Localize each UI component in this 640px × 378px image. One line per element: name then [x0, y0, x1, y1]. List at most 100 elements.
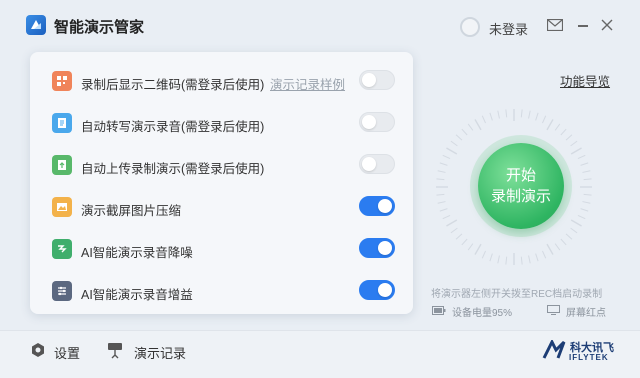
option-label: 演示截屏图片压缩: [81, 204, 182, 218]
dial-tick: [560, 128, 567, 136]
start-label-line1: 开始: [505, 167, 536, 184]
dial-tick: [583, 178, 592, 181]
battery-level: 设备电量95%: [452, 308, 513, 319]
dial-tick: [554, 243, 561, 251]
screen-icon: [547, 305, 560, 315]
dial-tick: [436, 193, 445, 196]
noise-reduction-toggle[interactable]: [359, 238, 395, 258]
dial-tick: [467, 123, 474, 131]
records-button[interactable]: 演示记录: [134, 343, 186, 362]
options-panel: 录制后显示二维码(需登录后使用) 演示记录样例 自动转写演示录音(需登录后使用)…: [30, 52, 413, 314]
dial-tick: [520, 256, 523, 265]
dial-tick: [467, 243, 474, 251]
dial-tick: [497, 110, 500, 119]
dial-tick: [489, 112, 493, 121]
dial-tick: [489, 253, 493, 262]
brand-name-en: IFLYTEK: [569, 353, 609, 362]
iflytek-logo-icon: [542, 340, 566, 359]
dial-tick: [582, 170, 591, 173]
dial-tick: [461, 238, 468, 246]
dial-tick: [570, 147, 582, 155]
dial-tick: [546, 243, 554, 255]
dial-tick: [580, 162, 589, 166]
dial-tick: [583, 193, 592, 196]
gear-icon[interactable]: [30, 342, 46, 358]
dial-tick: [554, 123, 561, 131]
noise-reduction-icon: [52, 239, 72, 259]
dial-tick: [570, 140, 578, 147]
dial-tick: [535, 112, 539, 121]
battery-icon: [432, 306, 446, 315]
dial-tick: [481, 250, 486, 259]
dial-tick: [474, 243, 482, 255]
dial-tick: [497, 255, 500, 264]
close-icon[interactable]: [601, 19, 613, 31]
feature-guide-link[interactable]: 功能导览: [560, 71, 610, 90]
audio-gain-toggle[interactable]: [359, 280, 395, 300]
dial-tick: [505, 256, 508, 265]
image-compress-toggle[interactable]: [359, 196, 395, 216]
login-button[interactable]: 未登录: [489, 19, 528, 38]
option-label: 自动上传录制演示(需登录后使用): [81, 162, 265, 176]
screen-dot-status: 屏幕红点: [566, 308, 606, 319]
dial-tick: [437, 201, 446, 204]
dial-tick: [439, 208, 448, 212]
option-label: AI智能演示录音降噪: [81, 246, 193, 260]
audio-gain-icon: [52, 281, 72, 301]
mail-icon[interactable]: [547, 19, 563, 31]
image-compress-icon: [52, 197, 72, 217]
dial-tick: [542, 115, 547, 124]
transcribe-toggle[interactable]: [359, 112, 395, 132]
option-qr-code: 录制后显示二维码(需登录后使用) 演示记录样例: [30, 62, 413, 102]
minimize-icon[interactable]: [578, 25, 588, 27]
option-upload: 自动上传录制演示(需登录后使用): [30, 146, 413, 186]
dial-tick: [565, 134, 573, 141]
dial-tick: [542, 250, 547, 259]
dial-tick: [450, 227, 458, 234]
option-label: 录制后显示二维码(需登录后使用): [81, 78, 265, 92]
sample-record-link[interactable]: 演示记录样例: [270, 74, 345, 93]
start-recording-button[interactable]: 开始 录制演示: [478, 143, 564, 229]
option-transcribe: 自动转写演示录音(需登录后使用): [30, 104, 413, 144]
option-noise-reduction: AI智能演示录音降噪: [30, 230, 413, 270]
settings-button[interactable]: 设置: [54, 343, 80, 362]
option-label: AI智能演示录音增益: [81, 288, 193, 302]
dial-tick: [442, 154, 451, 159]
dial-tick: [565, 233, 573, 240]
dial-tick: [535, 253, 539, 262]
upload-icon: [52, 155, 72, 175]
dial-tick: [505, 109, 508, 118]
dial-tick: [436, 178, 445, 181]
dial-tick: [570, 227, 578, 234]
qr-code-icon: [52, 71, 72, 91]
projector-icon[interactable]: [107, 341, 123, 359]
dial-tick: [577, 154, 586, 159]
dial-tick: [455, 134, 463, 141]
user-avatar-icon[interactable]: [460, 17, 480, 37]
dial-tick: [481, 115, 486, 124]
dial-tick: [446, 147, 458, 155]
app-logo-icon: [26, 15, 46, 35]
dial-tick: [528, 255, 531, 264]
dial-tick: [450, 140, 458, 147]
transcribe-icon: [52, 113, 72, 133]
dial-tick: [528, 110, 531, 119]
upload-toggle[interactable]: [359, 154, 395, 174]
dial-tick: [560, 238, 567, 246]
rec-hint-text: 将演示器左侧开关拨至REC档启动录制: [431, 289, 603, 300]
dial-tick: [546, 119, 554, 131]
option-image-compress: 演示截屏图片压缩: [30, 188, 413, 228]
app-title: 智能演示管家: [54, 19, 145, 36]
dial-tick: [582, 201, 591, 204]
start-label-line2: 录制演示: [490, 188, 551, 205]
qr-code-toggle[interactable]: [359, 70, 395, 90]
option-label: 自动转写演示录音(需登录后使用): [81, 120, 265, 134]
dial-tick: [580, 208, 589, 212]
dial-tick: [437, 170, 446, 173]
dial-tick: [442, 215, 451, 220]
dial-tick: [455, 233, 463, 240]
dial-tick: [446, 219, 458, 227]
title-bar: 智能演示管家 未登录: [0, 0, 640, 52]
dial-tick: [461, 128, 468, 136]
dial-tick: [474, 119, 482, 131]
